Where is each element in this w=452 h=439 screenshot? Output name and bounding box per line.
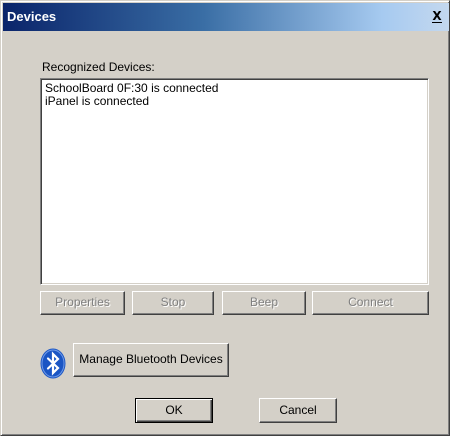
stop-button[interactable]: Stop [132, 291, 214, 315]
close-icon: X [432, 9, 442, 23]
window-title: Devices [7, 9, 57, 24]
ok-button[interactable]: OK [135, 398, 213, 423]
list-item[interactable]: iPanel is connected [45, 95, 424, 108]
cancel-button[interactable]: Cancel [259, 398, 337, 423]
bluetooth-icon [40, 348, 66, 379]
manage-bluetooth-devices-button[interactable]: Manage Bluetooth Devices [73, 343, 229, 377]
properties-button[interactable]: Properties [40, 291, 125, 315]
title-bar[interactable]: Devices X [3, 3, 449, 31]
devices-dialog: Devices X Recognized Devices: SchoolBoar… [0, 0, 450, 436]
connect-button[interactable]: Connect [312, 291, 429, 315]
recognized-devices-label: Recognized Devices: [42, 60, 155, 74]
devices-listbox[interactable]: SchoolBoard 0F:30 is connected iPanel is… [40, 78, 429, 285]
close-button[interactable]: X [429, 9, 445, 23]
beep-button[interactable]: Beep [222, 291, 306, 315]
